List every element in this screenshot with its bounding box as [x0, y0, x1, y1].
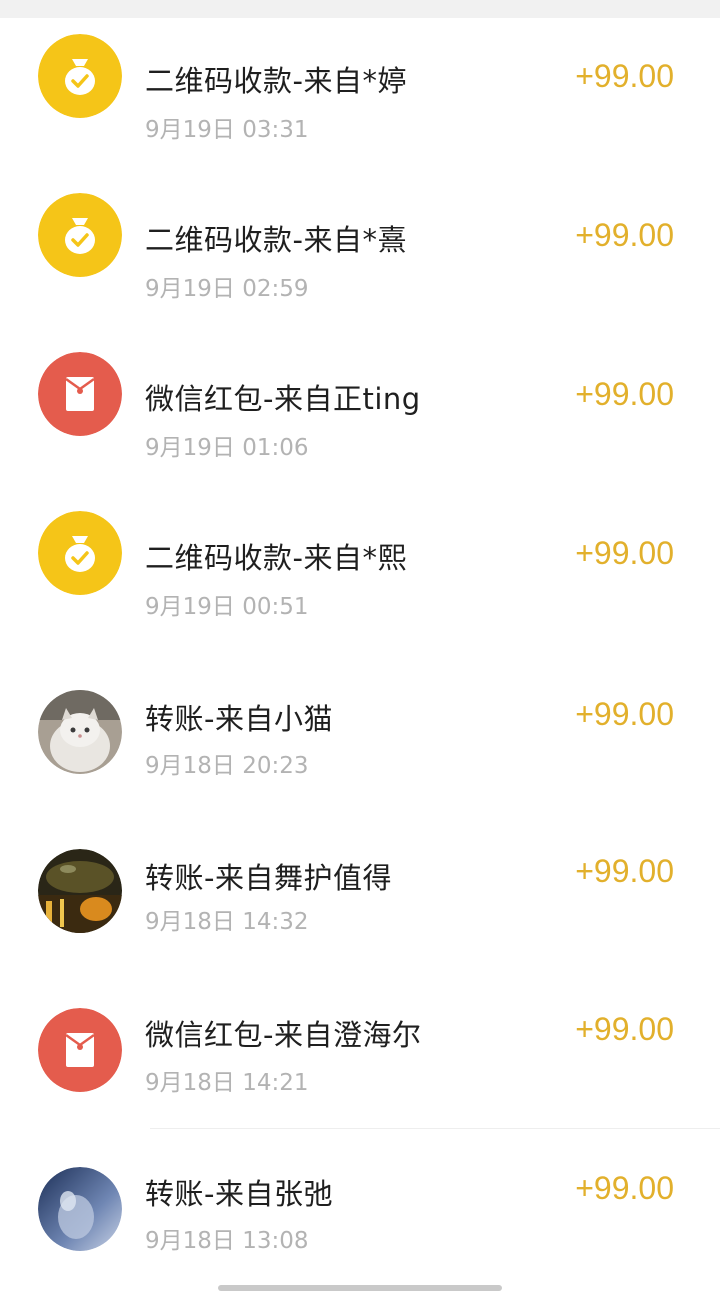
- transaction-row[interactable]: 二维码收款-来自*婷 9月19日 03:31 +99.00: [0, 0, 720, 159]
- money-bag-icon: [38, 193, 122, 277]
- transaction-title: 转账-来自张弛: [145, 1177, 333, 1211]
- transaction-row[interactable]: 二维码收款-来自*熹 9月19日 02:59 +99.00: [0, 159, 720, 318]
- transaction-amount: +99.00: [575, 58, 674, 94]
- transaction-row[interactable]: 转账-来自张弛 9月18日 13:08 +99.00: [0, 1113, 720, 1272]
- transaction-title: 微信红包-来自正ting: [145, 382, 421, 416]
- row-divider: [150, 1128, 720, 1129]
- transaction-amount: +99.00: [575, 853, 674, 889]
- red-packet-icon: [38, 1008, 122, 1092]
- transaction-time: 9月19日 01:06: [145, 435, 309, 461]
- transaction-row[interactable]: 转账-来自舞护值得 9月18日 14:32 +99.00: [0, 795, 720, 954]
- transaction-time: 9月18日 13:08: [145, 1228, 309, 1254]
- red-packet-icon: [38, 352, 122, 436]
- transaction-title: 二维码收款-来自*婷: [145, 64, 407, 98]
- transaction-title: 微信红包-来自澄海尔: [145, 1018, 422, 1052]
- transaction-title: 二维码收款-来自*熙: [145, 541, 407, 575]
- transaction-amount: +99.00: [575, 1170, 674, 1206]
- transaction-row[interactable]: 转账-来自小猫 9月18日 20:23 +99.00: [0, 636, 720, 795]
- transaction-row[interactable]: 微信红包-来自正ting 9月19日 01:06 +99.00: [0, 318, 720, 477]
- night-scene-avatar: [38, 849, 122, 933]
- transaction-time: 9月18日 20:23: [145, 753, 309, 779]
- transaction-time: 9月19日 02:59: [145, 276, 309, 302]
- money-bag-icon: [38, 34, 122, 118]
- cat-avatar: [38, 690, 122, 774]
- transaction-amount: +99.00: [575, 217, 674, 253]
- transaction-amount: +99.00: [575, 1011, 674, 1047]
- transaction-row[interactable]: 微信红包-来自澄海尔 9月18日 14:21 +99.00: [0, 954, 720, 1113]
- transaction-title: 转账-来自小猫: [145, 702, 333, 736]
- transaction-row[interactable]: 二维码收款-来自*熙 9月19日 00:51 +99.00: [0, 477, 720, 636]
- home-indicator[interactable]: [218, 1285, 502, 1291]
- transaction-time: 9月18日 14:32: [145, 909, 309, 935]
- transaction-amount: +99.00: [575, 696, 674, 732]
- transaction-title: 转账-来自舞护值得: [145, 861, 392, 895]
- transaction-time: 9月19日 00:51: [145, 594, 309, 620]
- transaction-amount: +99.00: [575, 535, 674, 571]
- transaction-amount: +99.00: [575, 376, 674, 412]
- transaction-time: 9月18日 14:21: [145, 1070, 309, 1096]
- transaction-title: 二维码收款-来自*熹: [145, 223, 407, 257]
- sky-avatar: [38, 1167, 122, 1251]
- transaction-time: 9月19日 03:31: [145, 117, 309, 143]
- money-bag-icon: [38, 511, 122, 595]
